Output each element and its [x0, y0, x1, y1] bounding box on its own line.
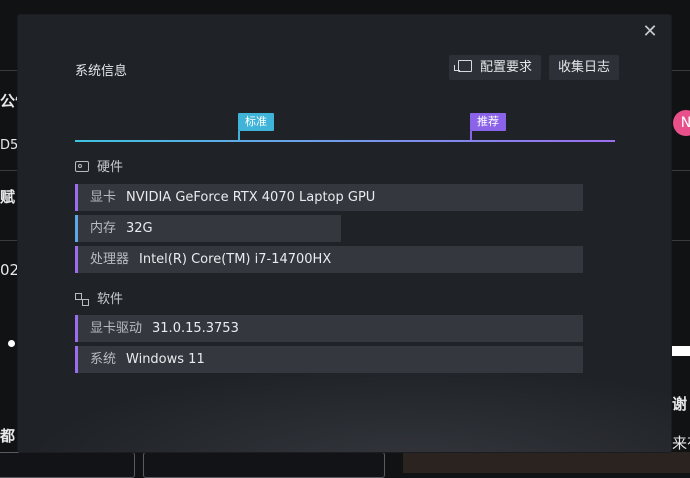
row-value: NVIDIA GeForce RTX 4070 Laptop GPU	[126, 190, 376, 205]
bg-text-fragment: 都	[0, 427, 16, 445]
bg-divider	[671, 70, 690, 71]
standard-marker: 标准	[238, 113, 274, 131]
bg-divider	[0, 70, 18, 71]
hardware-row-memory: 内存 32G	[75, 215, 341, 242]
bg-dot	[8, 340, 15, 347]
row-value: Intel(R) Core(TM) i7-14700HX	[139, 252, 332, 267]
recommended-marker: 推荐	[470, 113, 506, 131]
bg-divider	[0, 170, 18, 171]
bg-input-field[interactable]	[0, 452, 135, 478]
bg-text-fragment: 赋	[0, 188, 16, 206]
software-row-driver: 显卡驱动 31.0.15.3753	[75, 315, 583, 342]
config-requirements-button[interactable]: 配置要求	[449, 55, 542, 80]
row-label: 系统	[90, 352, 117, 367]
row-label: 内存	[90, 221, 117, 236]
bg-panel	[403, 452, 690, 473]
bg-input-field[interactable]	[143, 452, 385, 478]
row-value: 32G	[126, 221, 153, 236]
hardware-section-heading: 硬件	[75, 156, 123, 175]
system-info-dialog: ✕ 系统信息 配置要求 收集日志 标准 推荐 硬件 显卡 NVIDIA GeFor…	[18, 15, 671, 452]
row-value: Windows 11	[126, 352, 205, 367]
dialog-glow	[18, 362, 671, 452]
bg-text-fragment: 谢	[672, 395, 688, 413]
performance-scale-bar	[75, 140, 615, 142]
software-heading-label: 软件	[97, 292, 124, 307]
bg-divider	[671, 170, 690, 171]
collect-logs-button[interactable]: 收集日志	[549, 55, 620, 80]
config-icon	[454, 60, 472, 72]
row-label: 处理器	[90, 252, 130, 267]
config-requirements-label: 配置要求	[480, 60, 533, 75]
hardware-row-cpu: 处理器 Intel(R) Core(TM) i7-14700HX	[75, 246, 583, 273]
avatar[interactable]: N	[673, 110, 690, 136]
hardware-icon	[75, 161, 89, 172]
bg-divider	[671, 240, 690, 241]
software-row-os: 系统 Windows 11	[75, 346, 583, 373]
dialog-title: 系统信息	[75, 64, 128, 79]
row-value: 31.0.15.3753	[152, 321, 239, 336]
software-section-heading: 软件	[75, 288, 123, 307]
bg-text-fragment: D5	[0, 138, 19, 153]
bg-divider	[0, 240, 18, 241]
bg-text-fragment: 来有	[672, 434, 690, 452]
bg-bar	[671, 346, 690, 356]
close-icon[interactable]: ✕	[641, 23, 659, 41]
row-label: 显卡	[90, 190, 117, 205]
hardware-row-gpu: 显卡 NVIDIA GeForce RTX 4070 Laptop GPU	[75, 184, 583, 211]
row-label: 显卡驱动	[90, 321, 143, 336]
software-icon	[75, 293, 89, 306]
hardware-heading-label: 硬件	[97, 160, 124, 175]
